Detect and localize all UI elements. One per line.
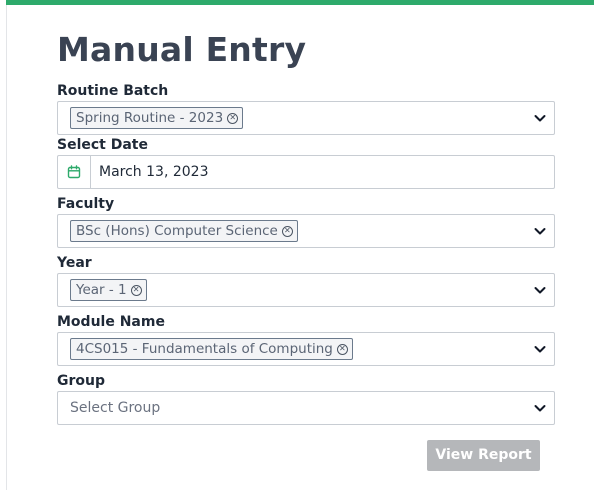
module-name-label: Module Name <box>57 314 165 330</box>
chevron-down-icon[interactable] <box>533 111 547 125</box>
module-tag-label: 4CS015 - Fundamentals of Computing <box>76 341 333 357</box>
routine-batch-tag-label: Spring Routine - 2023 <box>76 110 224 126</box>
remove-tag-icon[interactable]: ✕ <box>336 343 348 355</box>
panel-border <box>6 5 7 490</box>
remove-tag-icon[interactable]: ✕ <box>281 225 293 237</box>
top-accent-bar <box>6 0 594 5</box>
chevron-down-icon[interactable] <box>533 342 547 356</box>
faculty-label: Faculty <box>57 196 115 212</box>
module-name-select[interactable]: 4CS015 - Fundamentals of Computing ✕ <box>57 332 555 366</box>
page-title: Manual Entry <box>57 30 307 69</box>
view-report-button[interactable]: View Report <box>427 440 540 471</box>
faculty-tag-label: BSc (Hons) Computer Science <box>76 223 278 239</box>
calendar-icon[interactable] <box>58 156 91 188</box>
year-label: Year <box>57 255 92 271</box>
chevron-down-icon[interactable] <box>533 401 547 415</box>
group-label: Group <box>57 373 106 389</box>
routine-batch-tag: Spring Routine - 2023 ✕ <box>70 107 244 129</box>
remove-tag-icon[interactable]: ✕ <box>227 112 239 124</box>
faculty-select[interactable]: BSc (Hons) Computer Science ✕ <box>57 214 555 248</box>
module-tag: 4CS015 - Fundamentals of Computing ✕ <box>70 338 353 360</box>
faculty-tag: BSc (Hons) Computer Science ✕ <box>70 220 298 242</box>
routine-batch-select[interactable]: Spring Routine - 2023 ✕ <box>57 101 555 135</box>
chevron-down-icon[interactable] <box>533 224 547 238</box>
group-placeholder: Select Group <box>70 400 161 416</box>
date-value: March 13, 2023 <box>99 164 209 180</box>
group-select[interactable]: Select Group <box>57 391 555 425</box>
date-field[interactable]: March 13, 2023 <box>57 155 555 189</box>
remove-tag-icon[interactable]: ✕ <box>130 284 142 296</box>
year-select[interactable]: Year - 1 ✕ <box>57 273 555 307</box>
select-date-label: Select Date <box>57 137 148 153</box>
year-tag-label: Year - 1 <box>76 282 127 298</box>
chevron-down-icon[interactable] <box>533 283 547 297</box>
year-tag: Year - 1 ✕ <box>70 279 147 301</box>
routine-batch-label: Routine Batch <box>57 83 169 99</box>
